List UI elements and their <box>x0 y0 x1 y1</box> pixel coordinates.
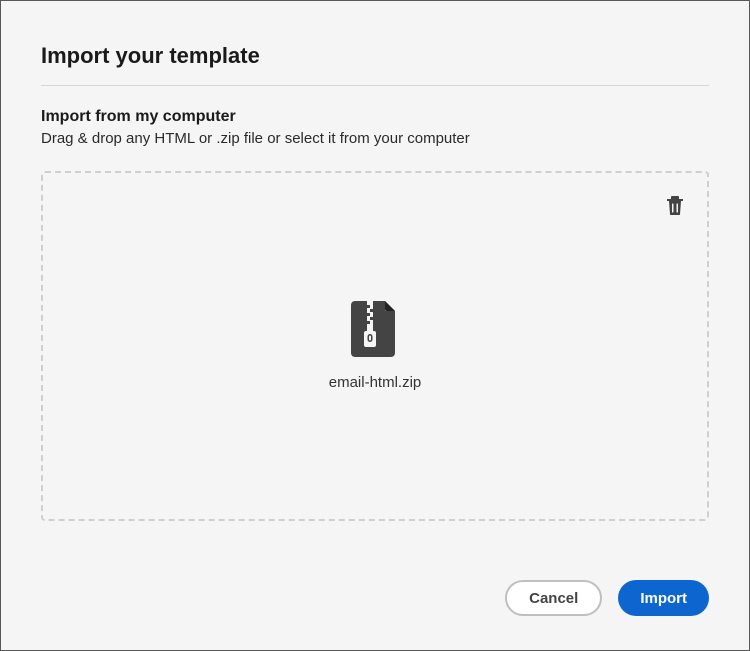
file-name: email-html.zip <box>329 374 422 391</box>
import-button[interactable]: Import <box>618 580 709 616</box>
delete-file-button[interactable] <box>661 191 689 219</box>
divider <box>41 85 709 86</box>
file-dropzone[interactable]: email-html.zip <box>41 171 709 521</box>
trash-icon <box>665 194 685 216</box>
import-template-dialog: Import your template Import from my comp… <box>0 0 750 651</box>
dialog-footer: Cancel Import <box>41 552 709 616</box>
cancel-button[interactable]: Cancel <box>505 580 602 616</box>
zip-file-icon <box>351 301 399 362</box>
section-heading: Import from my computer <box>41 108 709 126</box>
dialog-title: Import your template <box>41 43 709 85</box>
uploaded-file: email-html.zip <box>329 301 422 391</box>
section-description: Drag & drop any HTML or .zip file or sel… <box>41 130 709 147</box>
